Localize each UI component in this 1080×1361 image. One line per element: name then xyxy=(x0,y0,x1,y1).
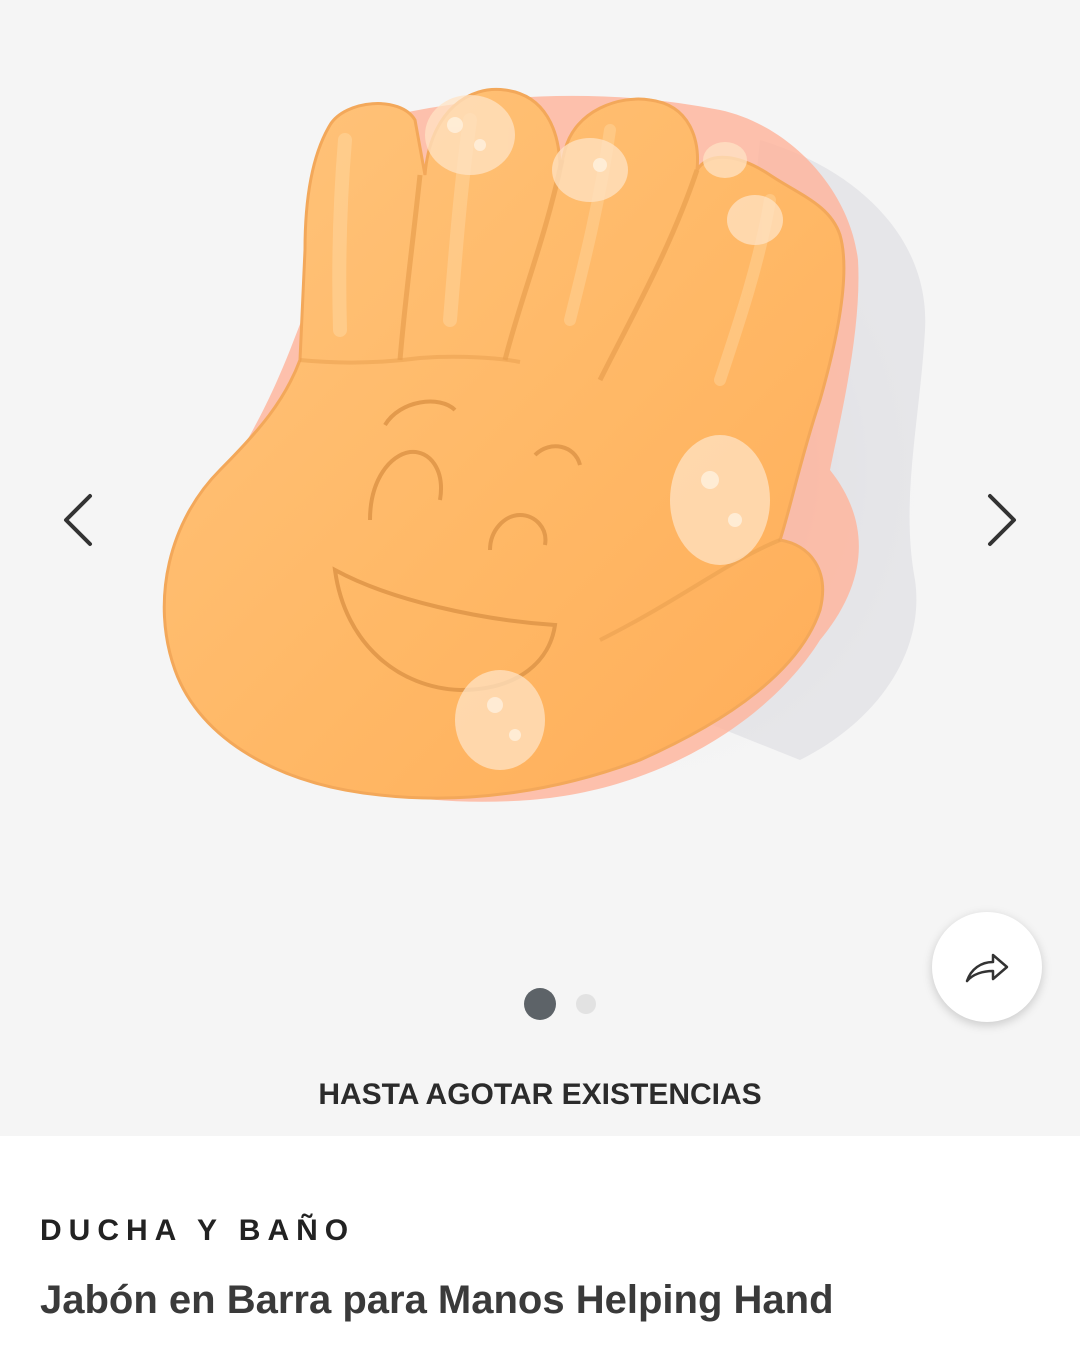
next-image-button[interactable] xyxy=(962,480,1042,560)
product-category: DUCHA Y BAÑO xyxy=(40,1214,356,1247)
share-arrow-icon xyxy=(965,953,1009,983)
chevron-right-icon xyxy=(988,494,1016,546)
carousel-pagination xyxy=(0,988,1080,1020)
chevron-left-icon xyxy=(64,494,92,546)
pagination-dot-2[interactable] xyxy=(576,994,596,1014)
pagination-dot-1[interactable] xyxy=(524,988,556,1020)
product-image xyxy=(162,87,940,802)
previous-image-button[interactable] xyxy=(38,480,118,560)
product-title: Jabón en Barra para Manos Helping Hand xyxy=(40,1278,834,1322)
product-gallery: HASTA AGOTAR EXISTENCIAS xyxy=(0,0,1080,1136)
stock-status-label: HASTA AGOTAR EXISTENCIAS xyxy=(318,1078,762,1111)
